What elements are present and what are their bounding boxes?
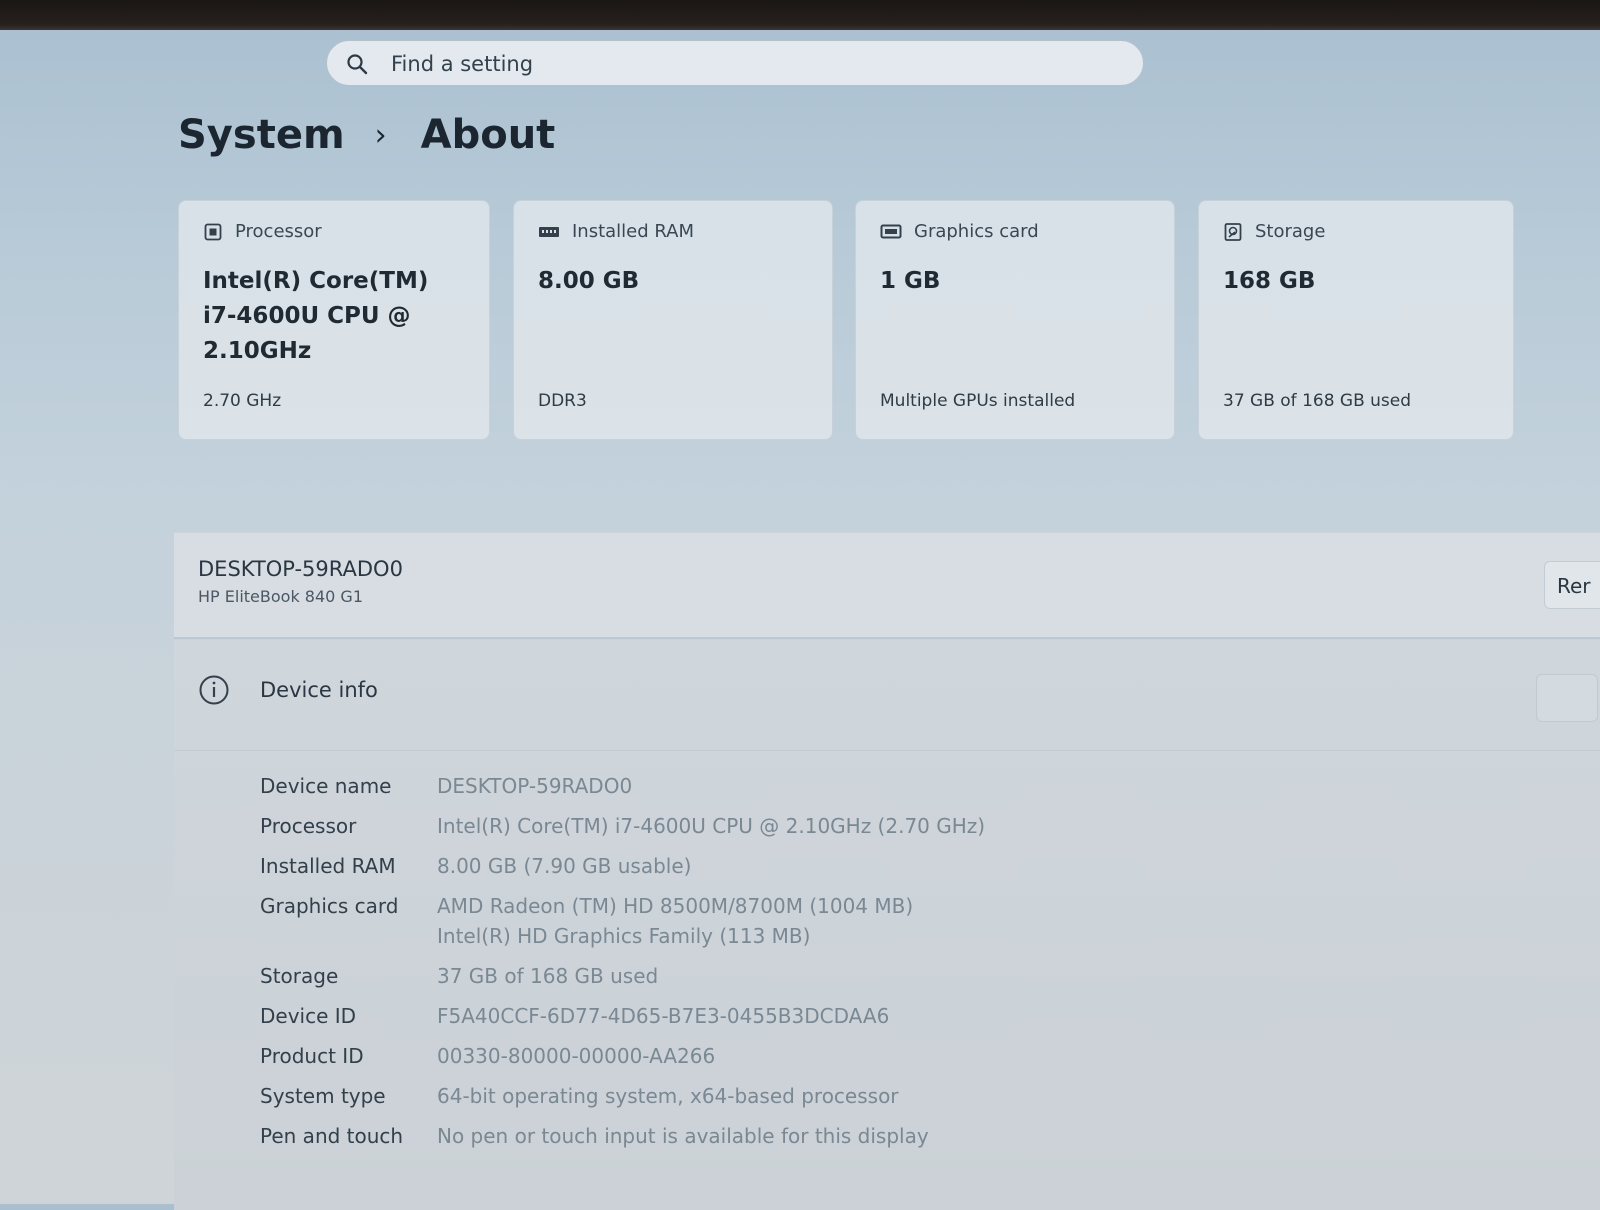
spec-label: Device ID (260, 1004, 357, 1028)
graphics-card-icon (880, 224, 902, 238)
spec-value: 8.00 GB (7.90 GB usable) (437, 854, 692, 878)
spec-label: Installed RAM (260, 854, 396, 878)
card-title: Processor (235, 221, 322, 242)
ram-card: Installed RAM 8.00 GB DDR3 (513, 200, 833, 440)
spec-value: Intel(R) Core(TM) i7-4600U CPU @ 2.10GHz… (437, 814, 986, 838)
card-value: 1 GB (880, 268, 941, 294)
spec-label: Pen and touch (260, 1124, 404, 1148)
breadcrumb-system[interactable]: System (178, 112, 345, 158)
device-model: HP EliteBook 840 G1 (198, 587, 363, 606)
info-icon (199, 675, 229, 705)
spec-label: Storage (260, 964, 339, 988)
card-subtext: Multiple GPUs installed (880, 391, 1076, 411)
spec-label: System type (260, 1084, 386, 1108)
card-subtext: 37 GB of 168 GB used (1223, 391, 1412, 411)
spec-value: 64-bit operating system, x64-based proce… (437, 1084, 899, 1108)
card-title: Graphics card (914, 221, 1039, 242)
device-info-header[interactable]: Device info (174, 640, 1600, 751)
spec-value: Intel(R) HD Graphics Family (113 MB) (437, 924, 811, 948)
storage-card: Storage 168 GB 37 GB of 168 GB used (1198, 200, 1514, 440)
card-subtext: 2.70 GHz (203, 391, 282, 411)
processor-card: Processor Intel(R) Core(TM) i7-4600U CPU… (178, 200, 490, 440)
copy-button[interactable] (1536, 674, 1598, 722)
processor-icon (204, 223, 222, 240)
spec-label: Product ID (260, 1044, 364, 1068)
spec-value: AMD Radeon (TM) HD 8500M/8700M (1004 MB) (437, 894, 914, 918)
memory-icon (539, 226, 559, 237)
spec-label: Device name (260, 774, 392, 798)
card-subtext: DDR3 (538, 391, 587, 411)
graphics-card-card: Graphics card 1 GB Multiple GPUs install… (855, 200, 1175, 440)
device-name: DESKTOP-59RADO0 (198, 557, 403, 581)
device-header: DESKTOP-59RADO0 HP EliteBook 840 G1 Rer (174, 532, 1600, 639)
card-value: 8.00 GB (538, 268, 640, 294)
spec-label: Processor (260, 814, 357, 838)
card-value: 168 GB (1223, 268, 1316, 294)
spec-value: F5A40CCF-6D77-4D65-B7E3-0455B3DCDAA6 (437, 1004, 890, 1028)
screen-bezel (0, 0, 1600, 30)
chevron-right-icon: › (374, 117, 387, 153)
card-title: Installed RAM (572, 221, 695, 242)
spec-value: DESKTOP-59RADO0 (437, 774, 633, 798)
spec-value: No pen or touch input is available for t… (437, 1124, 929, 1148)
storage-icon (1224, 222, 1242, 241)
card-title: Storage (1255, 221, 1326, 242)
rename-button[interactable]: Rer (1544, 561, 1600, 609)
search-icon (347, 54, 368, 75)
card-value: Intel(R) Core(TM) i7-4600U CPU @ 2.10GHz (203, 268, 429, 364)
search-box[interactable] (326, 40, 1144, 86)
breadcrumb: System › About (178, 112, 555, 158)
search-input[interactable] (389, 49, 1093, 79)
device-info-title: Device info (260, 678, 378, 702)
spec-label: Graphics card (260, 894, 399, 918)
page-title: About (420, 112, 556, 158)
device-info-panel: Device info Device name DESKTOP-59RADO0 … (174, 640, 1600, 1210)
spec-value: 00330-80000-00000-AA266 (437, 1044, 716, 1068)
spec-value: 37 GB of 168 GB used (437, 964, 659, 988)
